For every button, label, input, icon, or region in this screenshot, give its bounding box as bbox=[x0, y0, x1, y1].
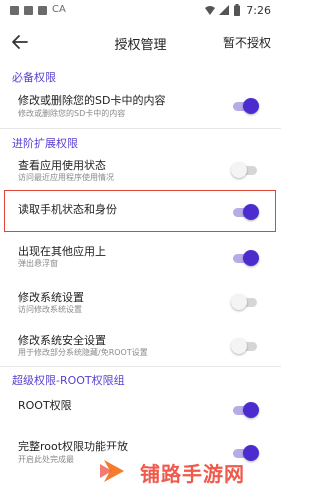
permission-row-usage-stats[interactable]: 查看应用使用状态 访问最近应用程序使用情况 bbox=[0, 150, 281, 190]
system-settings-toggle[interactable] bbox=[231, 294, 259, 310]
permission-desc: 开启此处完成最 bbox=[18, 455, 74, 464]
permission-label: 查看应用使用状态 bbox=[18, 159, 106, 172]
section-title-root: 超级权限-ROOT权限组 bbox=[12, 374, 125, 387]
wifi-icon bbox=[205, 6, 215, 15]
skip-authorization-button[interactable]: 暂不授权 bbox=[223, 34, 271, 51]
watermark-text: 铺路手游网 bbox=[140, 462, 245, 486]
permission-row-system-settings[interactable]: 修改系统设置 访问修改系统设置 bbox=[0, 282, 281, 322]
divider bbox=[0, 366, 281, 367]
battery-icon bbox=[234, 4, 240, 16]
clock: 7:26 bbox=[246, 4, 271, 17]
permission-label: 修改系统设置 bbox=[18, 291, 84, 304]
overlay-toggle[interactable] bbox=[231, 250, 259, 266]
back-arrow-icon[interactable] bbox=[8, 30, 32, 54]
watermark-logo-icon bbox=[91, 449, 135, 493]
watermark: 铺路手游网 bbox=[88, 446, 278, 496]
highlight-box bbox=[4, 190, 276, 232]
permission-desc: 访问最近应用程序使用情况 bbox=[18, 173, 114, 182]
section-title-required: 必备权限 bbox=[12, 71, 56, 84]
permission-desc: 用于修改部分系统隐藏/免ROOT设置 bbox=[18, 348, 148, 357]
permission-label: 修改系统安全设置 bbox=[18, 334, 106, 347]
permission-label: 修改或删除您的SD卡中的内容 bbox=[18, 94, 166, 107]
permission-desc: 弹出悬浮窗 bbox=[18, 259, 58, 268]
signal-icon bbox=[219, 5, 229, 15]
secure-settings-toggle[interactable] bbox=[231, 338, 259, 354]
notification-icon bbox=[38, 6, 47, 15]
notification-icon bbox=[24, 6, 33, 15]
permission-desc: 访问修改系统设置 bbox=[18, 305, 82, 314]
permission-row-root[interactable]: ROOT权限 bbox=[0, 390, 281, 428]
permission-desc: 修改或删除您的SD卡中的内容 bbox=[18, 109, 126, 118]
permission-label: ROOT权限 bbox=[18, 399, 72, 412]
root-toggle[interactable] bbox=[231, 402, 259, 418]
status-app-icon-text: CA bbox=[52, 4, 66, 15]
status-bar: CA 7:26 bbox=[0, 0, 281, 22]
notification-icon bbox=[10, 6, 19, 15]
permission-row-sd-card[interactable]: 修改或删除您的SD卡中的内容 修改或删除您的SD卡中的内容 bbox=[0, 86, 281, 128]
app-bar: 授权管理 暂不授权 bbox=[0, 22, 281, 62]
permission-row-overlay[interactable]: 出现在其他应用上 弹出悬浮窗 bbox=[0, 238, 281, 278]
permission-label: 出现在其他应用上 bbox=[18, 245, 106, 258]
sd-card-toggle[interactable] bbox=[231, 98, 259, 114]
permission-row-secure-settings[interactable]: 修改系统安全设置 用于修改部分系统隐藏/免ROOT设置 bbox=[0, 325, 281, 365]
divider bbox=[0, 128, 281, 129]
section-title-advanced: 进阶扩展权限 bbox=[12, 137, 78, 150]
usage-stats-toggle[interactable] bbox=[231, 162, 259, 178]
